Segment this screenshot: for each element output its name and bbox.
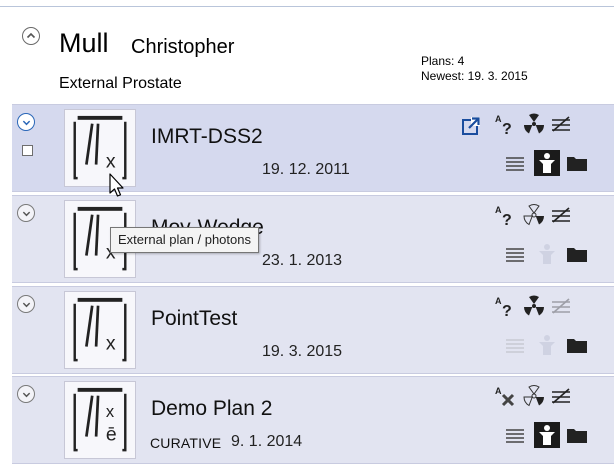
folder-icon[interactable] bbox=[564, 241, 590, 267]
svg-text:?: ? bbox=[502, 121, 512, 136]
chevron-down-icon bbox=[22, 392, 30, 397]
folder-icon[interactable] bbox=[564, 332, 590, 358]
font-query-icon[interactable]: A? bbox=[492, 202, 518, 228]
svg-text:?: ? bbox=[502, 303, 512, 318]
patient-given-name: Christopher bbox=[131, 36, 235, 58]
svg-text:ē: ē bbox=[106, 423, 117, 445]
notes-icon[interactable] bbox=[502, 423, 528, 449]
plan-date: 23. 1. 2013 bbox=[262, 252, 343, 269]
font-query-icon[interactable]: A? bbox=[492, 111, 518, 137]
expand-plan-button[interactable] bbox=[17, 295, 35, 313]
svg-text:A: A bbox=[495, 386, 502, 396]
font-query-icon[interactable]: A bbox=[492, 383, 518, 409]
dose-profile-icon[interactable] bbox=[548, 383, 574, 409]
dose-profile-icon[interactable] bbox=[548, 293, 574, 319]
plan-select-checkbox[interactable] bbox=[22, 145, 33, 156]
plan-name: PointTest bbox=[151, 307, 238, 330]
plan-row[interactable]: x PointTest 19. 3. 2015 A? bbox=[12, 286, 614, 374]
folder-icon[interactable] bbox=[564, 150, 590, 176]
patient-surname: Mull bbox=[59, 28, 109, 58]
expand-plan-button[interactable] bbox=[17, 385, 35, 403]
radiation-icon[interactable] bbox=[521, 202, 547, 228]
plans-count: Plans: 4 bbox=[421, 54, 465, 68]
radiation-icon[interactable] bbox=[521, 383, 547, 409]
newest-plan-date: Newest: 19. 3. 2015 bbox=[421, 69, 528, 83]
plan-date: 9. 1. 2014 bbox=[231, 433, 303, 450]
svg-text:A: A bbox=[495, 205, 502, 215]
plan-date: 19. 12. 2011 bbox=[262, 161, 350, 178]
plan-row[interactable]: x ē Demo Plan 2 CURATIVE 9. 1. 2014 A bbox=[12, 376, 614, 464]
patient-model-icon[interactable] bbox=[534, 332, 560, 358]
external-photon-plan-icon[interactable]: x bbox=[64, 291, 136, 369]
plan-type-tooltip: External plan / photons bbox=[110, 227, 259, 253]
svg-text:x: x bbox=[106, 332, 116, 354]
patient-model-icon[interactable] bbox=[534, 422, 560, 448]
external-link-icon[interactable] bbox=[461, 116, 481, 136]
plan-row[interactable]: x Mov-Wedge 23. 1. 2013 A? bbox=[12, 195, 614, 283]
radiation-icon[interactable] bbox=[521, 111, 547, 137]
svg-text:A: A bbox=[495, 114, 502, 124]
notes-icon[interactable] bbox=[502, 242, 528, 268]
dose-profile-icon[interactable] bbox=[548, 111, 574, 137]
chevron-up-icon bbox=[26, 32, 36, 39]
chevron-down-icon bbox=[22, 120, 30, 125]
external-electron-plan-icon[interactable]: x ē bbox=[64, 381, 136, 459]
notes-icon[interactable] bbox=[502, 151, 528, 177]
patient-model-icon[interactable] bbox=[534, 241, 560, 267]
radiation-icon[interactable] bbox=[521, 293, 547, 319]
mouse-pointer-icon bbox=[108, 173, 126, 199]
chevron-down-icon bbox=[22, 302, 30, 307]
patient-diagnosis: External Prostate bbox=[59, 75, 182, 92]
plan-row[interactable]: x IMRT-DSS2 19. 12. 2011 A? bbox=[12, 104, 614, 192]
svg-text:x: x bbox=[106, 150, 116, 172]
svg-text:A: A bbox=[495, 296, 502, 306]
expand-plan-button[interactable] bbox=[17, 113, 35, 131]
svg-text:x: x bbox=[106, 402, 115, 421]
svg-text:?: ? bbox=[502, 212, 512, 227]
chevron-down-icon bbox=[22, 211, 30, 216]
patient-model-icon[interactable] bbox=[534, 150, 560, 176]
expand-plan-button[interactable] bbox=[17, 204, 35, 222]
font-query-icon[interactable]: A? bbox=[492, 293, 518, 319]
notes-icon[interactable] bbox=[502, 333, 528, 359]
collapse-patient-button[interactable] bbox=[22, 27, 40, 45]
plan-date: 19. 3. 2015 bbox=[262, 343, 343, 360]
dose-profile-icon[interactable] bbox=[548, 202, 574, 228]
plan-intent: CURATIVE bbox=[150, 435, 222, 451]
folder-icon[interactable] bbox=[564, 422, 590, 448]
plan-name: IMRT-DSS2 bbox=[151, 125, 263, 148]
plan-name: Demo Plan 2 bbox=[151, 397, 273, 420]
